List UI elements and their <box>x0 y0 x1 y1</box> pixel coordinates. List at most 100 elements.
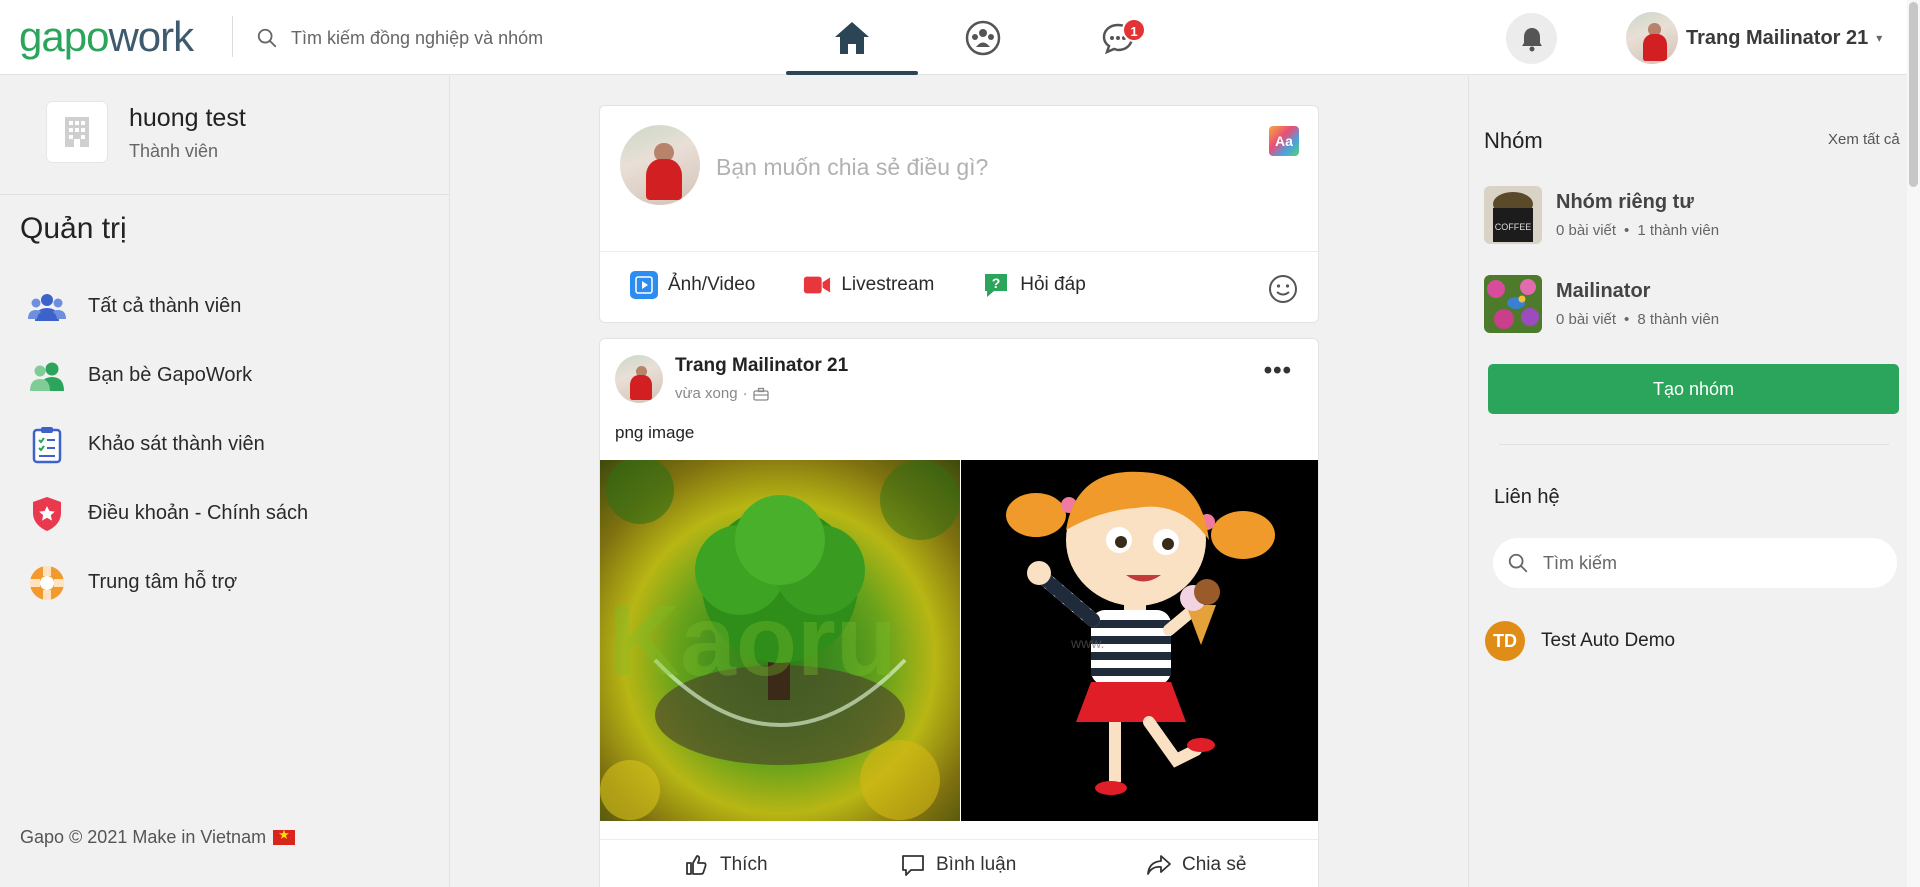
menu-item-support-center[interactable]: Trung tâm hỗ trợ <box>26 548 308 617</box>
group-thumbnail-flowers <box>1484 275 1542 333</box>
cup-label-text: COFFEE <box>1495 222 1532 232</box>
divider <box>1499 444 1889 445</box>
contact-avatar-initials: TD <box>1485 621 1525 661</box>
question-bubble-icon: ? <box>982 271 1011 299</box>
members-icon <box>26 286 68 328</box>
building-icon <box>46 101 108 163</box>
home-icon <box>835 21 869 54</box>
thumbs-up-icon <box>686 855 707 875</box>
groups-icon <box>965 20 1001 55</box>
friends-icon <box>26 355 68 397</box>
more-options-icon[interactable]: ••• <box>1264 357 1292 385</box>
menu-item-label: Tất cả thành viên <box>88 295 242 317</box>
photo-video-icon <box>630 271 658 299</box>
survey-icon <box>26 424 68 466</box>
comment-button[interactable]: Bình luận <box>900 853 1016 877</box>
group-item[interactable]: COFFEE Nhóm riêng tư 0 bài viết • 1 thành … <box>1484 186 1719 244</box>
menu-item-label: Điều khoản - Chính sách <box>88 502 309 524</box>
vietnam-flag-icon <box>273 827 296 845</box>
post-image-tree[interactable]: Kaoru <box>600 460 960 821</box>
gapowork-logo[interactable]: gapowork <box>19 12 194 62</box>
post-author-avatar[interactable] <box>615 355 663 403</box>
menu-item-terms-policy[interactable]: Điều khoản - Chính sách <box>26 479 308 548</box>
organization-role: Thành viên <box>129 141 219 161</box>
divider <box>0 194 450 195</box>
post-time: vừa xong <box>675 385 738 402</box>
contacts-search[interactable] <box>1493 538 1897 588</box>
watermark-text: www. <box>1070 635 1104 651</box>
contacts-search-input[interactable] <box>1543 552 1873 574</box>
user-menu[interactable]: Trang Mailinator 21 ▾ <box>1626 12 1882 64</box>
menu-item-label: Bạn bè GapoWork <box>88 364 253 386</box>
emoji-smile-icon[interactable] <box>1268 274 1298 309</box>
organization-name: huong test <box>129 104 246 132</box>
groups-section-title: Nhóm <box>1484 128 1543 153</box>
admin-menu: Tất cả thành viên Bạn bè GapoWork Khảo s… <box>26 272 308 617</box>
post-meta: vừa xong · <box>675 385 769 402</box>
composer-input[interactable]: Bạn muốn chia sẻ điều gì? <box>716 154 988 181</box>
messages-unread-badge: 1 <box>1122 18 1146 42</box>
support-lifebuoy-icon <box>26 562 68 604</box>
share-label: Chia sẻ <box>1182 854 1247 875</box>
post-image-girl[interactable]: www. <box>961 460 1318 821</box>
photo-video-label: Ảnh/Video <box>668 274 756 295</box>
scrollbar-thumb[interactable] <box>1909 2 1918 187</box>
logo-part-work: work <box>108 13 194 60</box>
chevron-down-icon: ▾ <box>1876 31 1883 45</box>
notifications-button[interactable] <box>1506 13 1557 64</box>
footer-text: Gapo © 2021 Make in Vietnam <box>20 827 267 847</box>
watermark-text: Kaoru <box>608 585 897 697</box>
contact-item[interactable]: TD Test Auto Demo <box>1485 621 1675 661</box>
post-text: png image <box>615 423 695 442</box>
tab-groups[interactable] <box>955 0 1011 75</box>
global-search-input[interactable] <box>291 27 611 49</box>
video-camera-icon <box>803 271 832 299</box>
comment-icon <box>902 855 924 876</box>
menu-item-gapowork-friends[interactable]: Bạn bè GapoWork <box>26 341 308 410</box>
top-navigation-bar: gapowork 1 Trang Mailinator 21 ▾ <box>0 0 1920 75</box>
group-member-count: 8 thành viên <box>1637 311 1720 328</box>
comment-label: Bình luận <box>936 854 1017 875</box>
group-thumbnail-coffee: COFFEE <box>1484 186 1542 244</box>
text-style-aa-icon[interactable]: Aa <box>1269 126 1299 156</box>
group-item[interactable]: Mailinator 0 bài viết • 8 thành viên <box>1484 275 1719 333</box>
post-composer: Bạn muốn chia sẻ điều gì? Aa Ảnh/Video L… <box>599 105 1319 323</box>
menu-item-member-survey[interactable]: Khảo sát thành viên <box>26 410 308 479</box>
group-meta: 0 bài viết • 1 thành viên <box>1556 222 1719 239</box>
qna-button[interactable]: ? Hỏi đáp <box>982 271 1086 299</box>
organization-card[interactable]: huong test Thành viên <box>46 101 246 163</box>
page-scrollbar[interactable] <box>1907 0 1920 887</box>
feed-post: Trang Mailinator 21 vừa xong · ••• png i… <box>599 338 1319 887</box>
briefcase-icon <box>752 387 769 401</box>
create-group-button[interactable]: Tạo nhóm <box>1488 364 1899 414</box>
divider <box>600 839 1318 840</box>
meta-dot: • <box>1624 222 1630 239</box>
share-arrow-icon <box>1147 855 1171 875</box>
search-icon <box>1508 553 1528 573</box>
bell-icon <box>1521 27 1542 51</box>
like-label: Thích <box>720 854 768 875</box>
menu-item-label: Khảo sát thành viên <box>88 433 265 455</box>
contact-name: Test Auto Demo <box>1541 630 1676 651</box>
menu-item-label: Trung tâm hỗ trợ <box>88 571 238 593</box>
see-all-groups-link[interactable]: Xem tất cả <box>1828 131 1900 148</box>
left-sidebar: huong test Thành viên Quản trị Tất cả th… <box>0 76 450 887</box>
svg-text:?: ? <box>992 275 1001 291</box>
group-member-count: 1 thành viên <box>1637 222 1720 239</box>
user-name: Trang Mailinator 21 <box>1686 26 1869 49</box>
global-search[interactable] <box>256 24 616 52</box>
admin-section-title: Quản trị <box>20 212 127 245</box>
livestream-button[interactable]: Livestream <box>803 271 934 299</box>
menu-item-all-members[interactable]: Tất cả thành viên <box>26 272 308 341</box>
group-post-count: 0 bài viết <box>1556 222 1617 239</box>
search-icon <box>257 28 277 48</box>
photo-video-button[interactable]: Ảnh/Video <box>630 271 755 299</box>
group-name: Nhóm riêng tư <box>1556 191 1694 213</box>
share-button[interactable]: Chia sẻ <box>1146 853 1246 877</box>
post-author-name[interactable]: Trang Mailinator 21 <box>675 355 848 377</box>
user-avatar <box>1626 12 1678 64</box>
logo-part-gapo: gapo <box>19 13 109 60</box>
like-button[interactable]: Thích <box>684 853 768 877</box>
tab-home[interactable] <box>786 0 918 75</box>
group-post-count: 0 bài viết <box>1556 311 1617 328</box>
